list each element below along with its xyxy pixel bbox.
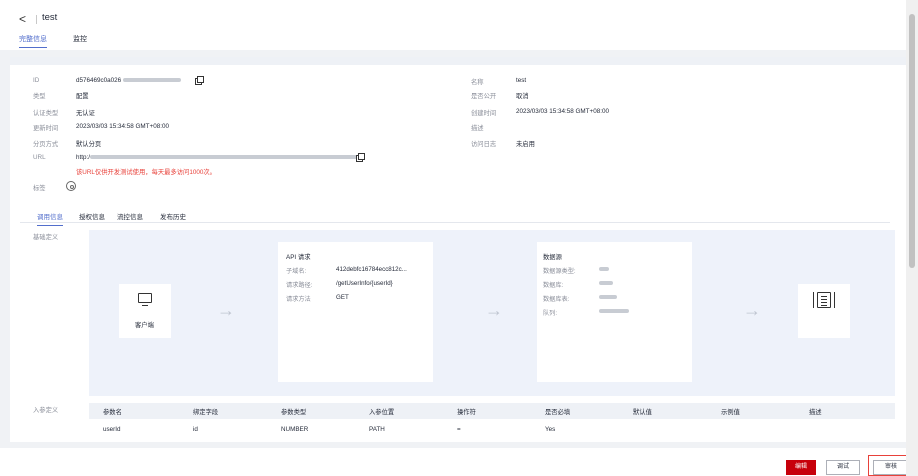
col-header: 是否必填 bbox=[531, 403, 619, 419]
col-header: 操作符 bbox=[443, 403, 531, 419]
id-label: ID bbox=[33, 77, 40, 84]
public-value: 取消 bbox=[516, 93, 529, 100]
call-flow-diagram: 客户端 → API 请求 子域名: 412debfc16784ecc812c..… bbox=[89, 230, 895, 396]
subdomain-label: 子域名: bbox=[286, 268, 307, 275]
scrollbar[interactable] bbox=[906, 0, 918, 476]
arrow-right-icon: → bbox=[485, 300, 503, 320]
paging-label: 分页方式 bbox=[33, 141, 59, 148]
copy-icon[interactable] bbox=[195, 76, 204, 85]
arrow-right-icon: → bbox=[217, 300, 235, 320]
database-label: 数据库: bbox=[543, 282, 564, 289]
type-label: 类型 bbox=[33, 93, 46, 100]
tab-monitor[interactable]: 监控 bbox=[73, 34, 87, 44]
update-time-label: 更新时间 bbox=[33, 125, 59, 132]
type-value: 配置 bbox=[76, 93, 89, 100]
edit-button[interactable]: 编辑 bbox=[786, 460, 816, 475]
queue-label: 队列: bbox=[543, 310, 558, 317]
col-header: 示例值 bbox=[707, 403, 795, 419]
request-path-value: /getUserInfo/{userId} bbox=[336, 280, 393, 287]
col-header: 参数类型 bbox=[267, 403, 355, 419]
panel-header-strip bbox=[10, 57, 906, 65]
col-header: 参数名 bbox=[89, 403, 179, 419]
api-request-box: API 请求 子域名: 412debfc16784ecc812c... 请求路径… bbox=[278, 242, 433, 382]
url-warning: 该URL仅供开发测试使用，每天最多访问1000次。 bbox=[76, 169, 216, 176]
param-name: userId bbox=[103, 425, 121, 433]
page-title: test bbox=[42, 12, 58, 23]
redacted-datasource-type bbox=[599, 267, 609, 271]
required: Yes bbox=[545, 425, 556, 433]
create-time-value: 2023/03/03 15:34:58 GMT+08:00 bbox=[516, 108, 609, 115]
action-footer bbox=[0, 448, 906, 476]
paging-value: 默认分页 bbox=[76, 141, 102, 148]
datasource-type-label: 数据源类型: bbox=[543, 268, 576, 275]
request-method-label: 请求方法 bbox=[286, 296, 311, 303]
client-box: 客户端 bbox=[119, 284, 171, 338]
settings-icon[interactable] bbox=[66, 181, 76, 191]
tab-auth-info[interactable]: 授权信息 bbox=[79, 211, 105, 221]
redacted-database bbox=[599, 281, 613, 285]
api-detail-panel: ID d576469c0a026 类型 配置 认证类型 无认证 更新时间 202… bbox=[10, 57, 906, 442]
scrollbar-thumb[interactable] bbox=[909, 14, 915, 268]
redacted-url bbox=[90, 155, 361, 160]
datasource-title: 数据源 bbox=[543, 254, 562, 261]
api-request-title: API 请求 bbox=[286, 254, 311, 261]
create-time-label: 创建时间 bbox=[471, 110, 497, 117]
redacted-table bbox=[599, 295, 617, 299]
url-label: URL bbox=[33, 154, 46, 161]
redacted-id bbox=[122, 78, 181, 83]
list-icon bbox=[813, 292, 835, 308]
col-header: 入参位置 bbox=[355, 403, 443, 419]
datasource-box: 数据源 数据源类型: 数据库: 数据库表: 队列: bbox=[537, 242, 692, 382]
subdomain-value: 412debfc16784ecc812c... bbox=[336, 266, 407, 273]
name-label: 名称 bbox=[471, 79, 484, 86]
debug-button[interactable]: 调试 bbox=[826, 460, 860, 475]
tag-label: 标签 bbox=[33, 185, 46, 192]
client-label: 客户端 bbox=[135, 322, 154, 329]
page-header: < test 完整信息 监控 bbox=[0, 0, 906, 50]
params-table: 参数名 绑定字段 参数类型 入参位置 操作符 是否必填 默认值 示例值 描述 u… bbox=[89, 403, 895, 439]
param-description bbox=[795, 419, 895, 439]
auth-type-value: 无认证 bbox=[76, 110, 95, 117]
tab-flow-control[interactable]: 流控信息 bbox=[117, 211, 143, 221]
operator: = bbox=[457, 425, 461, 433]
params-header-row: 参数名 绑定字段 参数类型 入参位置 操作符 是否必填 默认值 示例值 描述 bbox=[89, 403, 895, 419]
description-label: 描述 bbox=[471, 125, 484, 132]
param-def-label: 入参定义 bbox=[33, 407, 59, 414]
tab-full-info[interactable]: 完整信息 bbox=[19, 34, 47, 48]
name-value: test bbox=[516, 77, 527, 84]
monitor-icon bbox=[138, 293, 152, 306]
col-header: 默认值 bbox=[619, 403, 707, 419]
example-value bbox=[707, 419, 795, 439]
copy-icon[interactable] bbox=[356, 153, 365, 162]
title-divider bbox=[36, 15, 37, 24]
auth-type-label: 认证类型 bbox=[33, 110, 59, 117]
update-time-value: 2023/03/03 15:34:58 GMT+08:00 bbox=[76, 123, 169, 130]
col-header: 描述 bbox=[795, 403, 895, 419]
default-value bbox=[619, 419, 707, 439]
public-label: 是否公开 bbox=[471, 93, 497, 100]
param-type: NUMBER bbox=[281, 425, 309, 433]
id-value: d576469c0a026 bbox=[76, 77, 181, 84]
arrow-right-icon: → bbox=[743, 300, 761, 320]
bound-field: id bbox=[193, 425, 198, 433]
sub-tabs: 调用信息 授权信息 流控信息 发布历史 bbox=[20, 209, 890, 226]
col-header: 绑定字段 bbox=[179, 403, 267, 419]
tab-call-info[interactable]: 调用信息 bbox=[37, 211, 63, 226]
table-row: userId id NUMBER PATH = Yes bbox=[89, 419, 895, 439]
param-position: PATH bbox=[369, 425, 385, 433]
back-icon[interactable]: < bbox=[19, 11, 26, 27]
table-label: 数据库表: bbox=[543, 296, 570, 303]
access-log-label: 访问日志 bbox=[471, 141, 497, 148]
request-method-value: GET bbox=[336, 294, 349, 301]
result-box bbox=[798, 284, 850, 338]
redacted-queue bbox=[599, 309, 629, 313]
tab-publish-history[interactable]: 发布历史 bbox=[160, 211, 186, 221]
basic-def-label: 基础定义 bbox=[33, 234, 59, 241]
request-path-label: 请求路径: bbox=[286, 282, 313, 289]
url-value: http:/ bbox=[76, 154, 361, 161]
access-log-value: 未启用 bbox=[516, 141, 535, 148]
